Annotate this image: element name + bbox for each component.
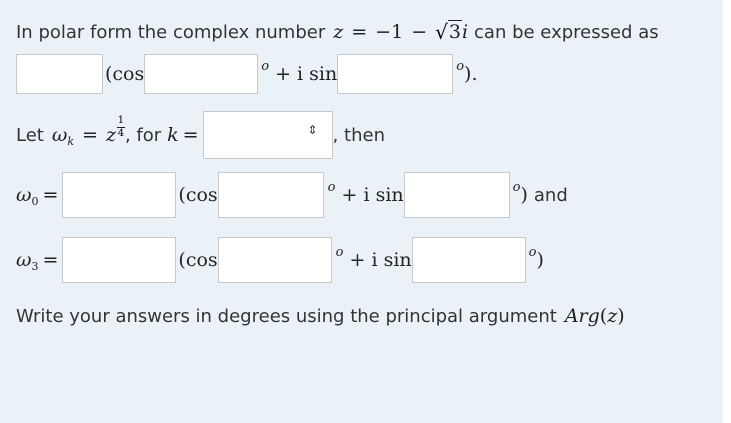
question-line-1: In polar form the complex number z = −1 … <box>16 12 659 52</box>
arg-z: z <box>607 305 618 327</box>
sqrt-arg: 3 <box>447 20 462 43</box>
omega-subscript: k <box>67 134 75 148</box>
omega-symbol: ω <box>51 124 68 146</box>
degree-symbol: o <box>512 179 521 195</box>
degree-symbol: o <box>327 179 336 195</box>
open-cos: (cos <box>178 184 218 206</box>
degree-symbol: o <box>261 58 270 74</box>
polar-form-line: (cos o + i sin o ). <box>16 54 478 94</box>
equals-sign: = <box>42 184 59 206</box>
omega-subscript: 3 <box>31 259 39 273</box>
and-text: and <box>533 184 568 206</box>
omega-symbol: ω <box>16 249 32 271</box>
exponent-fraction: 1 4 <box>116 114 125 139</box>
w3-sin-angle-input[interactable] <box>411 237 526 283</box>
minus-sign: − <box>411 21 428 43</box>
equals-sign: = <box>82 124 98 146</box>
degree-symbol: o <box>456 58 465 74</box>
degree-symbol: o <box>335 244 344 260</box>
instructions-line: Write your answers in degrees using the … <box>16 296 625 336</box>
arg-close-paren: ) <box>617 305 625 327</box>
arg-function: Arg <box>564 305 600 327</box>
for-text: , for <box>124 124 162 146</box>
close-paren: ). <box>464 63 478 85</box>
let-omega-line: Let ω k = z 1 4 , for k = ⇕ , then <box>16 111 385 159</box>
sqrt-three: √ 3 <box>435 20 462 44</box>
omega-0-line: ω 0 = (cos o + i sin o ) and <box>16 172 568 218</box>
k-var: k <box>167 124 179 146</box>
question-panel: In polar form the complex number z = − 1 … <box>0 0 723 423</box>
w3-modulus-input[interactable] <box>62 237 177 283</box>
omega-3-line: ω 3 = (cos o + i sin o ) <box>16 237 544 283</box>
then-text: , then <box>332 124 385 146</box>
w3-cos-angle-input[interactable] <box>217 237 332 283</box>
minus-one: −1 <box>375 21 404 43</box>
sin-angle-input[interactable] <box>337 54 454 94</box>
fraction-numerator: 1 <box>117 114 125 126</box>
w0-sin-angle-input[interactable] <box>403 172 510 218</box>
w0-cos-angle-input[interactable] <box>217 172 324 218</box>
modulus-input[interactable] <box>16 54 103 94</box>
close-paren: ) <box>520 184 528 206</box>
fraction-denominator: 4 <box>117 127 125 139</box>
plus-i-sin: + i sin <box>275 63 338 85</box>
cos-angle-input[interactable] <box>144 54 259 94</box>
let-text: Let <box>16 124 44 146</box>
z-var: z <box>333 21 344 43</box>
z-var: z <box>105 124 116 146</box>
open-cos: (cos <box>178 249 218 271</box>
omega-symbol: ω <box>16 184 32 206</box>
plus-i-sin: + i sin <box>349 249 412 271</box>
omega-subscript: 0 <box>31 194 39 208</box>
instructions-text: Write your answers in degrees using the … <box>16 305 557 327</box>
plus-i-sin: + i sin <box>341 184 404 206</box>
updown-arrow-icon: ⇕ <box>307 123 318 137</box>
degree-symbol: o <box>528 244 537 260</box>
w0-modulus-input[interactable] <box>62 172 177 218</box>
equals-sign: = <box>351 21 368 43</box>
equals-sign: = <box>42 249 59 271</box>
close-paren: ) <box>536 249 544 271</box>
suffix-text: can be expressed as <box>474 21 659 43</box>
sqrt-symbol: √ <box>435 20 448 44</box>
intro-text: In polar form the complex number <box>16 21 326 43</box>
imaginary-i: i <box>461 21 469 43</box>
equals-sign: = <box>182 124 199 146</box>
k-select[interactable]: ⇕ <box>202 111 333 159</box>
open-cos: (cos <box>105 63 145 85</box>
